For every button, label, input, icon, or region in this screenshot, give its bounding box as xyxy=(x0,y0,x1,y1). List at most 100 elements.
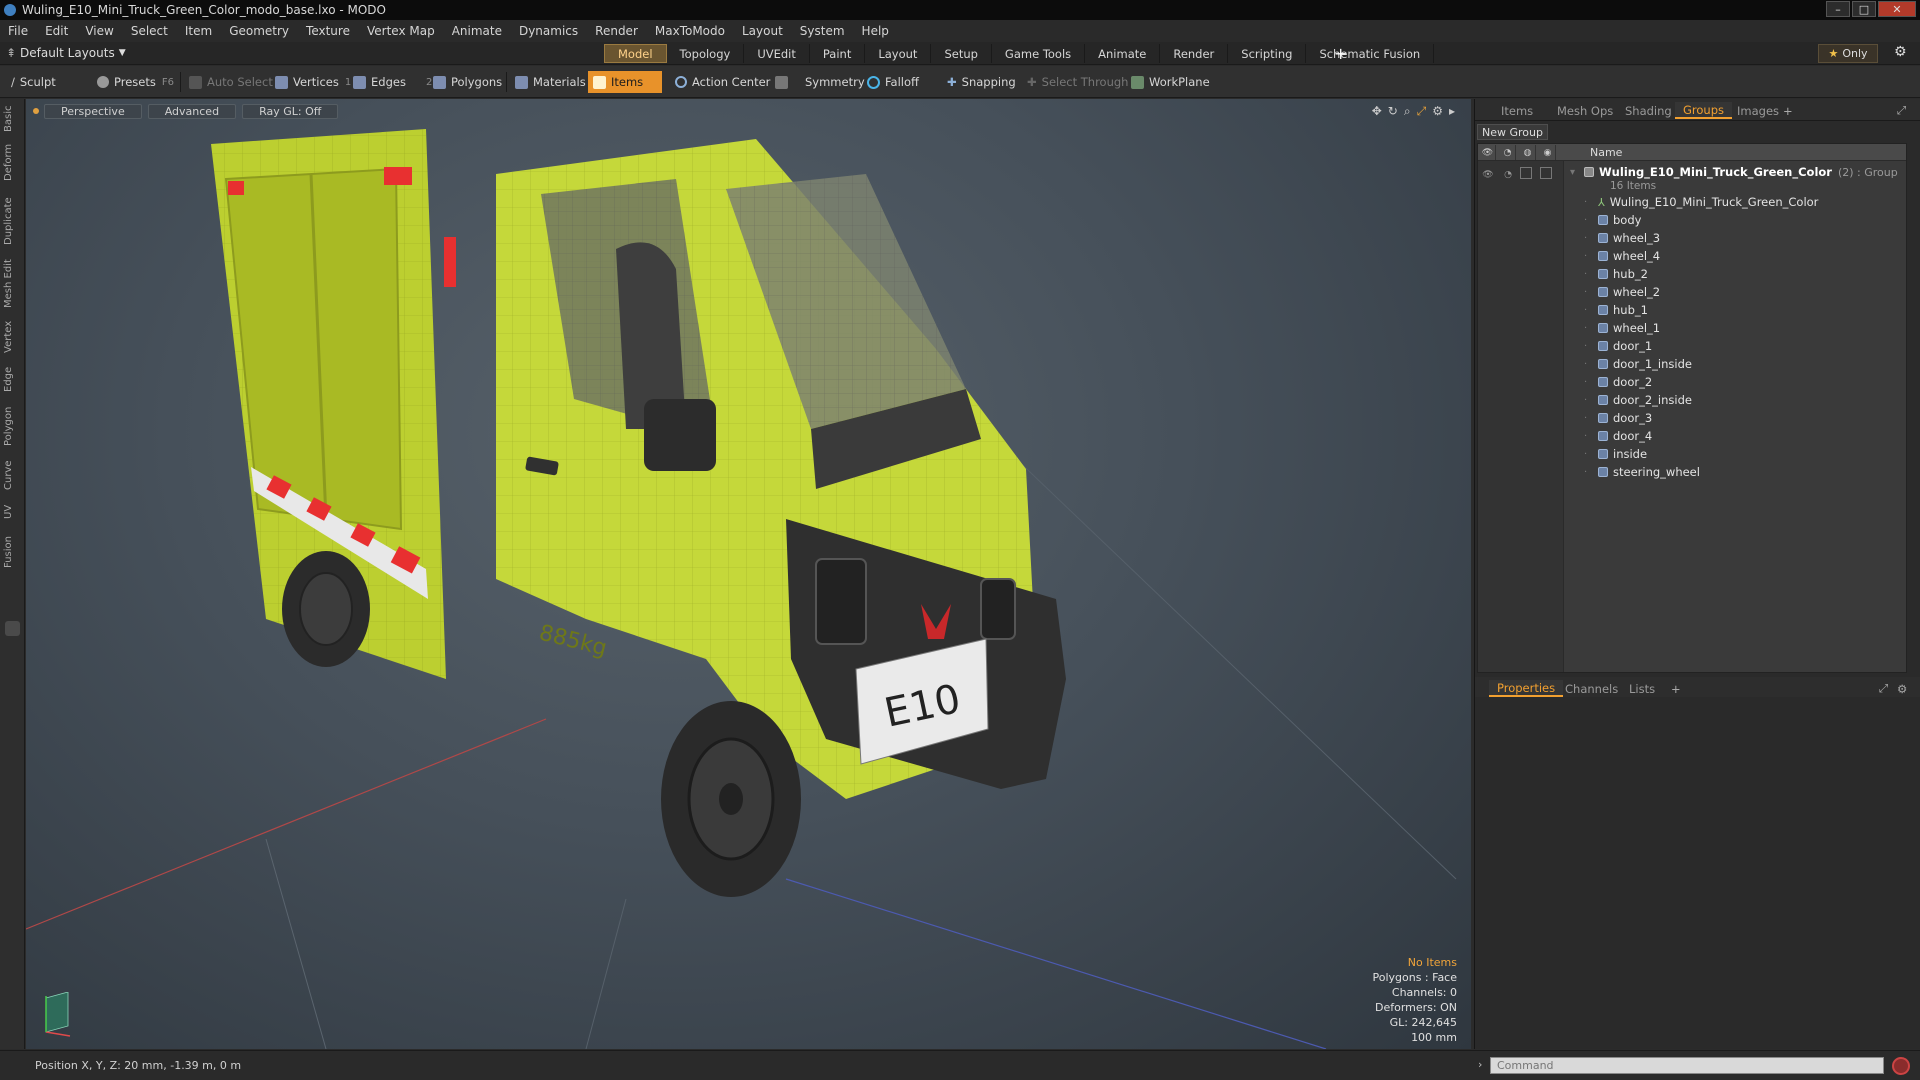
vertices-button[interactable]: Vertices 1 xyxy=(270,71,356,93)
name-column-header[interactable]: Name xyxy=(1590,146,1622,159)
list-item[interactable]: · body xyxy=(1584,211,1641,229)
menu-vertex-map[interactable]: Vertex Map xyxy=(367,24,435,38)
menu-edit[interactable]: Edit xyxy=(45,24,68,38)
lock-col-icon[interactable]: ◍ xyxy=(1520,145,1536,160)
menu-select[interactable]: Select xyxy=(131,24,168,38)
maximize-button[interactable]: □ xyxy=(1852,1,1876,17)
items-button[interactable]: Items xyxy=(588,71,662,93)
command-input[interactable]: Command xyxy=(1490,1057,1884,1074)
layout-selector[interactable]: ⇞ Default Layouts ▼ xyxy=(6,46,126,60)
menu-maxtomodo[interactable]: MaxToModo xyxy=(655,24,725,38)
auto-select-button[interactable]: Auto Select xyxy=(184,71,278,93)
tab-game-tools[interactable]: Game Tools xyxy=(992,44,1086,63)
list-item[interactable]: · door_3 xyxy=(1584,409,1652,427)
list-item[interactable]: · ⅄ Wuling_E10_Mini_Truck_Green_Color xyxy=(1584,193,1818,211)
properties-gear-icon[interactable]: ⚙ xyxy=(1889,680,1915,697)
list-item[interactable]: · wheel_1 xyxy=(1584,319,1660,337)
list-item[interactable]: · door_2_inside xyxy=(1584,391,1692,409)
vtab-basic[interactable]: Basic xyxy=(3,105,22,133)
render-col-icon[interactable]: ◔ xyxy=(1500,145,1516,160)
close-button[interactable]: ✕ xyxy=(1878,1,1916,17)
vtab-deform[interactable]: Deform xyxy=(3,144,22,181)
tab-model[interactable]: Model xyxy=(604,44,667,63)
list-item[interactable]: · door_4 xyxy=(1584,427,1652,445)
list-item[interactable]: · wheel_3 xyxy=(1584,229,1660,247)
zoom-icon[interactable]: ⌕ xyxy=(1404,104,1411,119)
pan-icon[interactable]: ✥ xyxy=(1372,104,1382,119)
menu-view[interactable]: View xyxy=(85,24,113,38)
menu-system[interactable]: System xyxy=(800,24,845,38)
tab-groups[interactable]: Groups xyxy=(1675,102,1733,119)
symmetry-button[interactable]: Symmetry xyxy=(770,71,870,93)
rotate-icon[interactable]: ↻ xyxy=(1388,104,1398,119)
add-tab-plus-icon[interactable]: + xyxy=(1334,44,1347,63)
list-item[interactable]: · hub_2 xyxy=(1584,265,1648,283)
tab-scripting[interactable]: Scripting xyxy=(1228,44,1307,63)
tab-render[interactable]: Render xyxy=(1160,44,1229,63)
vtab-curve[interactable]: Curve xyxy=(3,457,22,493)
list-item[interactable]: · door_2 xyxy=(1584,373,1652,391)
menu-animate[interactable]: Animate xyxy=(452,24,502,38)
workplane-button[interactable]: WorkPlane xyxy=(1126,71,1215,93)
viewport-raygl-tab[interactable]: Ray GL: Off xyxy=(242,104,339,119)
menu-dynamics[interactable]: Dynamics xyxy=(519,24,578,38)
select-through-button[interactable]: ✚ Select Through xyxy=(1022,71,1133,93)
sculpt-button[interactable]: ∕ Sculpt xyxy=(6,71,61,93)
list-item[interactable]: · steering_wheel xyxy=(1584,463,1700,481)
list-item[interactable]: · inside xyxy=(1584,445,1647,463)
tab-shading[interactable]: Shading xyxy=(1617,102,1680,119)
add-properties-tab-icon[interactable]: + xyxy=(1663,680,1689,697)
minimize-button[interactable]: – xyxy=(1826,1,1850,17)
menu-texture[interactable]: Texture xyxy=(306,24,350,38)
gear-icon[interactable]: ⚙ xyxy=(1894,44,1907,60)
tab-mesh-ops[interactable]: Mesh Ops xyxy=(1549,102,1621,119)
menu-render[interactable]: Render xyxy=(595,24,638,38)
only-toggle[interactable]: ★ Only xyxy=(1818,44,1878,63)
tab-setup[interactable]: Setup xyxy=(931,44,992,63)
list-item[interactable]: · hub_1 xyxy=(1584,301,1648,319)
tab-animate[interactable]: Animate xyxy=(1085,44,1161,63)
polygons-button[interactable]: Polygons xyxy=(428,71,507,93)
materials-button[interactable]: Materials xyxy=(510,71,591,93)
new-group-button[interactable]: New Group xyxy=(1477,124,1548,140)
strip-toggle-button[interactable] xyxy=(5,621,20,636)
vtab-mesh-edit[interactable]: Mesh Edit xyxy=(3,259,22,309)
visibility-col-icon[interactable]: 👁 xyxy=(1480,145,1496,160)
vtab-duplicate[interactable]: Duplicate xyxy=(3,195,22,247)
edges-button[interactable]: Edges 2 xyxy=(348,71,437,93)
menu-help[interactable]: Help xyxy=(862,24,889,38)
panel-expand-icon[interactable]: ⤢ xyxy=(1889,102,1914,119)
expand-icon[interactable]: ▾ xyxy=(1570,167,1584,178)
presets-button[interactable]: Presets F6 xyxy=(92,71,179,93)
tab-channels[interactable]: Channels xyxy=(1557,680,1626,697)
fit-icon[interactable]: ⤢ xyxy=(1417,104,1427,119)
vtab-fusion[interactable]: Fusion xyxy=(3,533,22,571)
group-select-checkbox[interactable] xyxy=(1540,167,1552,179)
select-col-icon[interactable]: ◉ xyxy=(1540,145,1556,160)
vtab-uv[interactable]: UV xyxy=(3,501,22,523)
group-lock-checkbox[interactable] xyxy=(1520,167,1532,179)
3d-viewport[interactable]: 885kg E10 Perspective Advanced Ray GL: O… xyxy=(26,99,1471,1049)
add-panel-tab-icon[interactable]: + xyxy=(1775,102,1801,119)
tab-properties[interactable]: Properties xyxy=(1489,680,1564,697)
list-item[interactable]: · door_1_inside xyxy=(1584,355,1692,373)
list-item[interactable]: · wheel_4 xyxy=(1584,247,1660,265)
snapping-button[interactable]: ✚ Snapping xyxy=(942,71,1021,93)
tab-lists[interactable]: Lists xyxy=(1621,680,1663,697)
action-center-button[interactable]: Action Center xyxy=(670,71,775,93)
list-item[interactable]: · door_1 xyxy=(1584,337,1652,355)
vtab-polygon[interactable]: Polygon xyxy=(3,403,22,449)
menu-layout[interactable]: Layout xyxy=(742,24,783,38)
viewport-perspective-tab[interactable]: Perspective xyxy=(44,104,142,119)
tab-schematic-fusion[interactable]: Schematic Fusion xyxy=(1306,44,1435,63)
falloff-button[interactable]: Falloff xyxy=(862,71,924,93)
viewport-advanced-tab[interactable]: Advanced xyxy=(147,104,237,119)
tab-layout[interactable]: Layout xyxy=(865,44,932,63)
tab-paint[interactable]: Paint xyxy=(810,44,866,63)
menu-file[interactable]: File xyxy=(8,24,28,38)
viewport-gear-icon[interactable]: ⚙ xyxy=(1432,104,1443,119)
menu-geometry[interactable]: Geometry xyxy=(229,24,289,38)
tab-uvedit[interactable]: UVEdit xyxy=(744,44,810,63)
command-record-button[interactable] xyxy=(1892,1057,1910,1075)
vtab-edge[interactable]: Edge xyxy=(3,363,22,395)
